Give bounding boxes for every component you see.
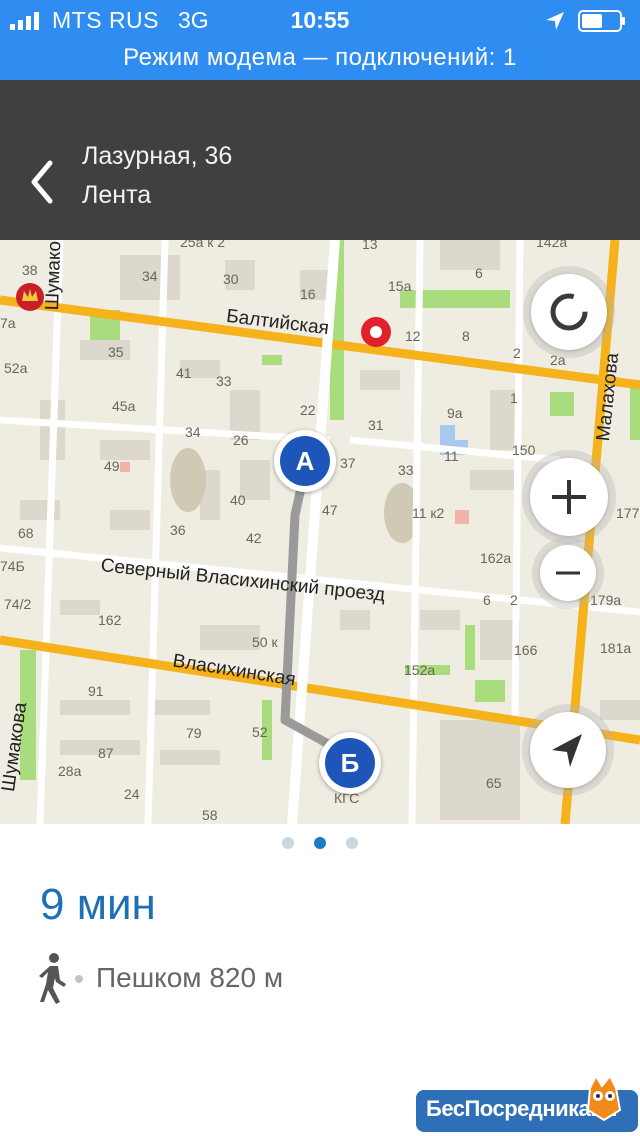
house-number: 35	[108, 344, 124, 360]
house-number: 87	[98, 745, 114, 761]
compass-ring-icon	[550, 293, 588, 331]
status-bar: MTS RUS 3G 10:55	[0, 0, 640, 40]
watermark-logo: БесПосредника.ru	[414, 1073, 640, 1136]
house-number: 33	[398, 462, 414, 478]
house-number: 45а	[112, 398, 136, 414]
house-number: 142а	[536, 240, 568, 250]
house-number: 50 к	[252, 634, 278, 650]
house-number: 34	[185, 424, 201, 440]
house-number: 47	[322, 502, 338, 518]
house-number: 152а	[404, 662, 436, 678]
house-number: 41	[176, 365, 192, 381]
house-number: 7а	[0, 315, 16, 331]
zoom-out-button[interactable]	[540, 545, 596, 601]
house-number: 58	[202, 807, 218, 823]
minus-icon	[556, 571, 580, 575]
house-number: 15а	[388, 278, 412, 294]
house-number: 33	[216, 373, 232, 389]
clock: 10:55	[290, 7, 350, 33]
house-number: 16	[300, 286, 316, 302]
house-number: 74/2	[4, 596, 32, 612]
house-number: 6	[483, 592, 491, 608]
house-number: 42	[246, 530, 262, 546]
house-number: 177	[616, 505, 640, 521]
street-label: Шумакова	[42, 240, 67, 311]
route-end-marker[interactable]: Б	[319, 732, 381, 794]
mascot-icon	[586, 1073, 622, 1122]
house-number: 25а к 2	[180, 240, 226, 250]
separator-dot	[75, 975, 83, 983]
walking-distance: Пешком 820 м	[96, 962, 284, 993]
house-number: 52	[252, 724, 268, 740]
house-number: 79	[186, 725, 202, 741]
pager-dot[interactable]	[282, 837, 294, 849]
house-number: 150	[512, 442, 536, 458]
house-number: 34	[142, 268, 158, 284]
hotspot-banner[interactable]: Режим модема — подключений: 1	[0, 40, 640, 80]
house-number: 91	[88, 683, 104, 699]
house-number: 2	[513, 345, 521, 361]
house-number: 37	[340, 455, 356, 471]
house-number: 68	[18, 525, 34, 541]
house-number: 2	[510, 592, 518, 608]
house-number: 162	[98, 612, 122, 628]
house-number: 49	[104, 458, 120, 474]
house-number: 40	[230, 492, 246, 508]
navigation-arrow-icon	[552, 734, 582, 767]
house-number: 65	[486, 775, 502, 791]
house-number: 12	[405, 328, 421, 344]
destination-address: Лазурная, 36	[82, 142, 233, 170]
house-number: 166	[514, 642, 538, 658]
map-view[interactable]: Балтийская Северный Власихинский проезд …	[0, 240, 640, 824]
route-start-label: А	[280, 436, 330, 486]
house-number: 31	[368, 417, 384, 433]
pedestrian-icon	[39, 953, 66, 1004]
pager-dot[interactable]	[346, 837, 358, 849]
house-number: 9а	[447, 405, 463, 421]
plus-icon	[552, 480, 586, 514]
route-duration: 9 мин	[40, 880, 156, 929]
house-number: 2а	[550, 352, 566, 368]
zoom-in-button[interactable]	[530, 458, 608, 536]
house-number: 181а	[600, 640, 632, 656]
layers-button[interactable]	[531, 274, 607, 350]
house-number: 36	[170, 522, 186, 538]
house-number: 11	[444, 448, 459, 464]
house-number: 22	[300, 402, 316, 418]
my-location-button[interactable]	[530, 712, 606, 788]
battery-icon	[578, 10, 625, 32]
house-number: 6	[475, 265, 483, 281]
house-number: 30	[223, 271, 239, 287]
pager-dot-active[interactable]	[314, 837, 326, 849]
pager	[0, 836, 640, 852]
back-chevron-icon[interactable]	[22, 155, 62, 209]
house-number: 11 к2	[412, 505, 445, 521]
house-number: 162а	[480, 550, 512, 566]
route-end-label: Б	[325, 738, 375, 788]
house-number: 8	[462, 328, 470, 344]
house-number: 24	[124, 786, 140, 802]
house-number: 26	[233, 432, 249, 448]
house-number: 28а	[58, 763, 82, 779]
house-number: 52а	[4, 360, 28, 376]
location-arrow-icon	[546, 12, 564, 30]
house-number: 38	[22, 262, 38, 278]
house-number: 74Б	[0, 558, 25, 574]
house-number: 1	[510, 390, 518, 406]
destination-name: Лента	[82, 181, 152, 209]
house-number: 13	[362, 240, 378, 252]
route-start-marker[interactable]: А	[274, 430, 336, 492]
